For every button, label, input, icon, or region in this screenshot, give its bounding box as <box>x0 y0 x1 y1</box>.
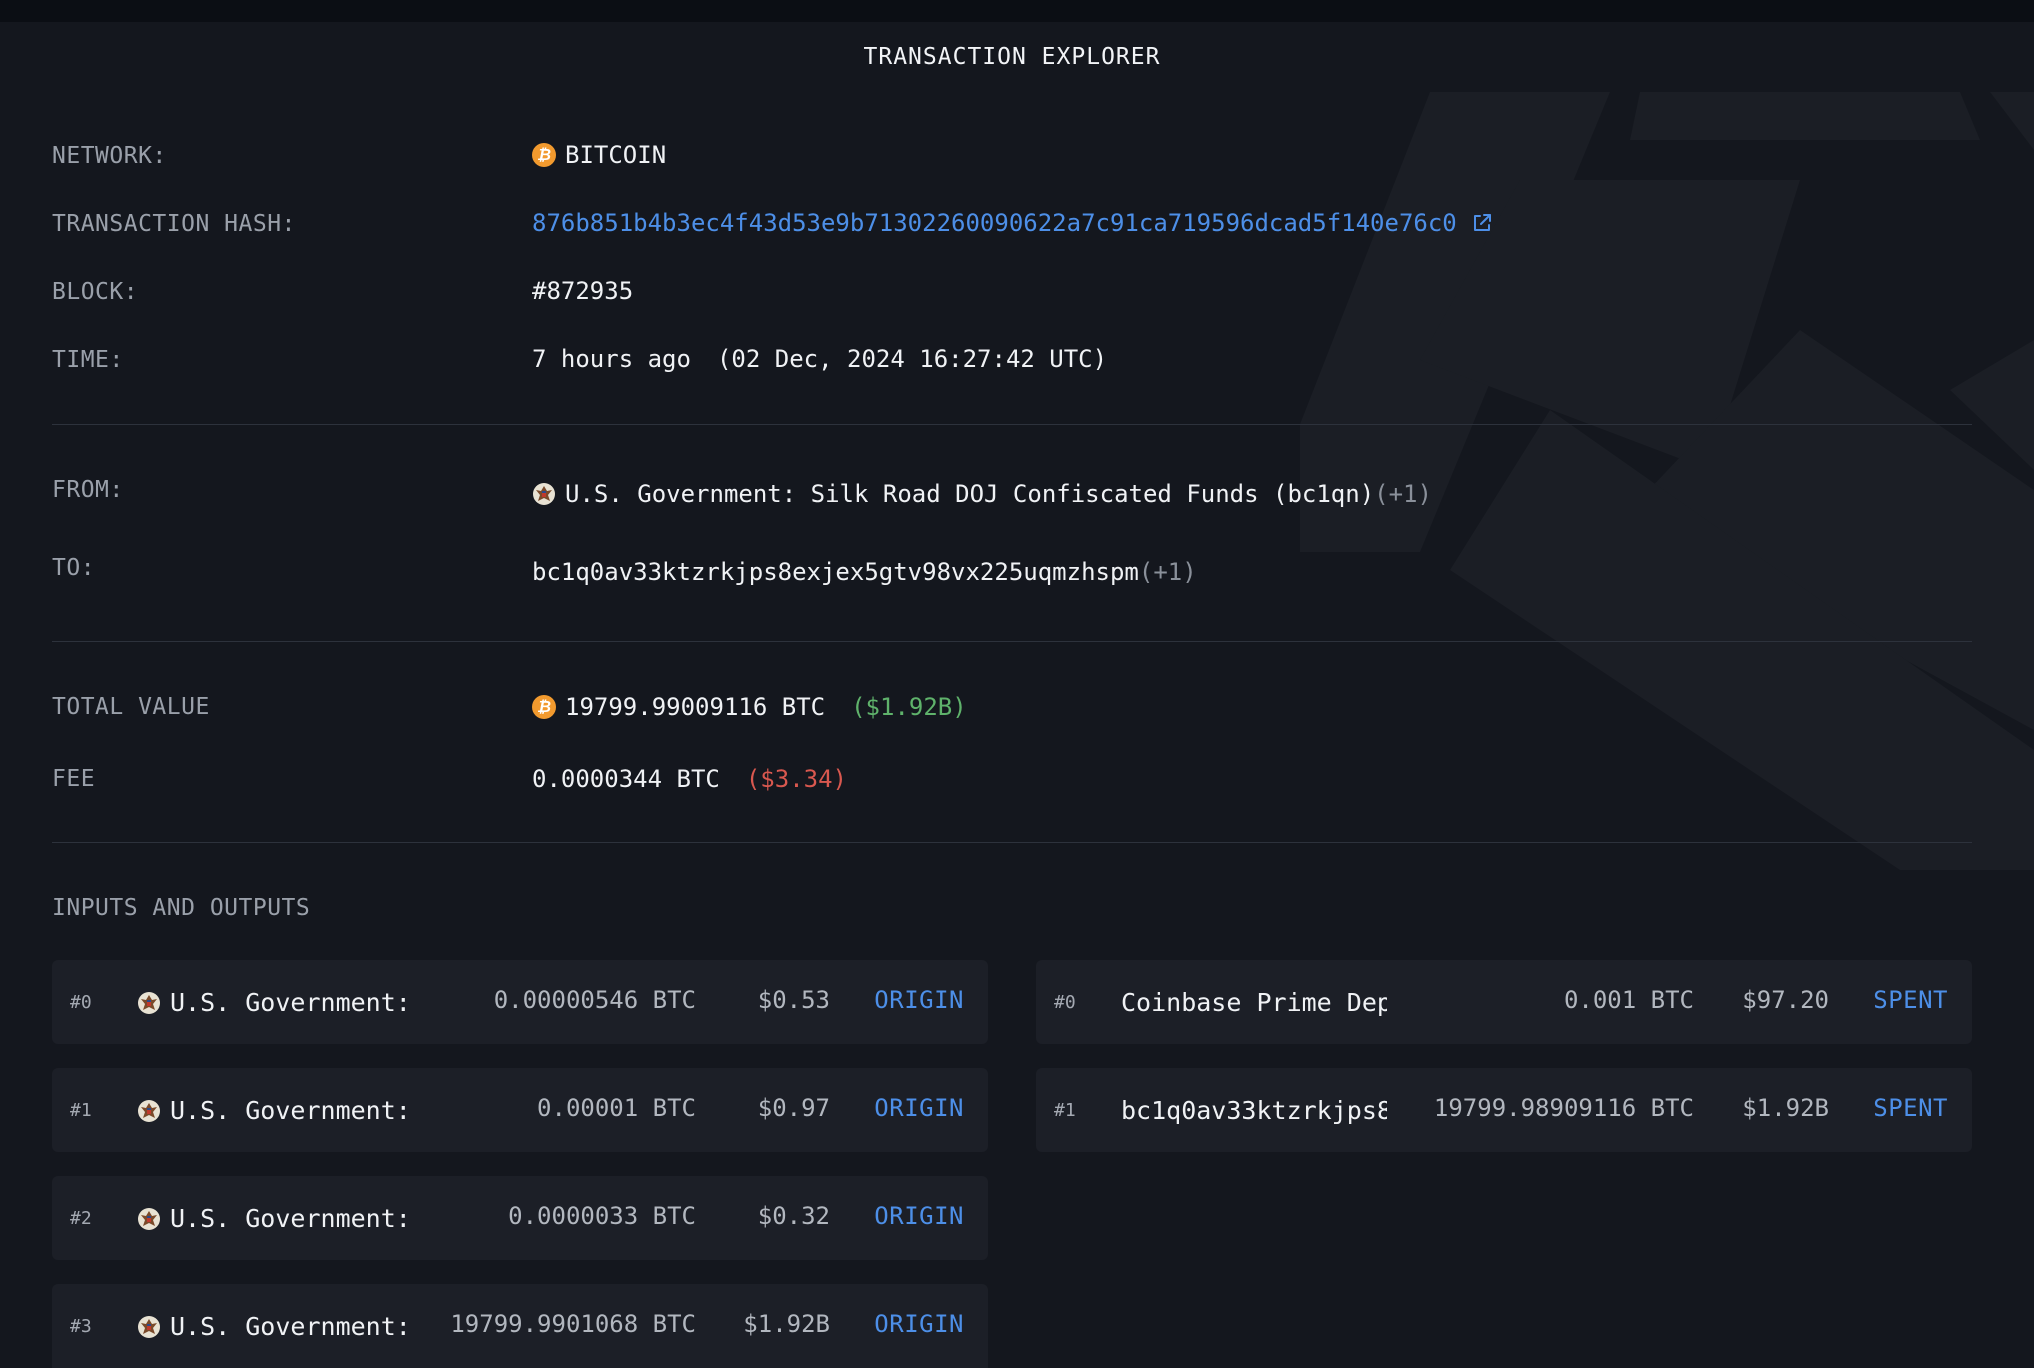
block-label: BLOCK: <box>52 279 139 305</box>
external-link-icon[interactable] <box>1471 212 1493 234</box>
to-label: TO: <box>52 555 96 581</box>
input-usd: $0.32 <box>757 1202 830 1230</box>
total-value-label: TOTAL VALUE <box>52 694 210 720</box>
input-row[interactable]: #1 U.S. Government: 0.00001 BTC $0.97 OR… <box>52 1068 988 1152</box>
output-entity-name[interactable]: bc1q0av33ktzrkjps8exjex5gtv98vx225uqmzhs… <box>1121 1096 1387 1125</box>
transaction-hash-link[interactable]: 876b851b4b3ec4f43d53e9b71302260090622a7c… <box>532 209 1457 237</box>
total-value-row: ₿ 19799.99009116 BTC ($1.92B) <box>532 693 967 721</box>
input-amount: 0.0000033 BTC <box>508 1202 696 1230</box>
us-government-seal-icon <box>138 1099 160 1122</box>
input-status-link[interactable]: ORIGIN <box>874 1310 964 1338</box>
network-value-row: ₿ BITCOIN <box>532 141 666 169</box>
input-row[interactable]: #2 U.S. Government: 0.0000033 BTC $0.32 … <box>52 1176 988 1260</box>
output-usd: $1.92B <box>1742 1094 1829 1122</box>
bitcoin-icon: ₿ <box>532 695 556 719</box>
output-row[interactable]: #1 bc1q0av33ktzrkjps8exjex5gtv98vx225uqm… <box>1036 1068 1972 1152</box>
to-value-row[interactable]: bc1q0av33ktzrkjps8exjex5gtv98vx225uqmzhs… <box>532 558 1197 586</box>
transaction-hash-label: TRANSACTION HASH: <box>52 211 296 237</box>
network-label: NETWORK: <box>52 143 167 169</box>
transaction-hash-row[interactable]: 876b851b4b3ec4f43d53e9b71302260090622a7c… <box>532 209 1493 237</box>
input-row[interactable]: #3 U.S. Government: 19799.9901068 BTC $1… <box>52 1284 988 1368</box>
input-usd: $0.97 <box>757 1094 830 1122</box>
input-amount: 19799.9901068 BTC <box>450 1310 696 1338</box>
inputs-outputs-heading: INPUTS AND OUTPUTS <box>52 895 311 921</box>
input-index: #0 <box>70 992 92 1013</box>
time-absolute: (02 Dec, 2024 16:27:42 UTC) <box>716 345 1108 373</box>
input-status-link[interactable]: ORIGIN <box>874 1094 964 1122</box>
input-row[interactable]: #0 U.S. Government: 0.00000546 BTC $0.53… <box>52 960 988 1044</box>
time-value-row: 7 hours ago (02 Dec, 2024 16:27:42 UTC) <box>532 345 1107 373</box>
divider <box>52 842 1972 843</box>
us-government-seal-icon <box>138 1207 160 1230</box>
total-value-btc: 19799.99009116 BTC <box>565 693 826 721</box>
input-entity-name[interactable]: U.S. Government: <box>170 1204 411 1233</box>
time-relative: 7 hours ago <box>532 345 691 373</box>
divider <box>52 424 1972 425</box>
output-status-link[interactable]: SPENT <box>1873 986 1948 1014</box>
output-amount: 19799.98909116 BTC <box>1433 1094 1694 1122</box>
to-address[interactable]: bc1q0av33ktzrkjps8exjex5gtv98vx225uqmzhs… <box>532 558 1139 586</box>
output-usd: $97.20 <box>1742 986 1829 1014</box>
block-value: #872935 <box>532 277 634 305</box>
from-extra-count[interactable]: (+1) <box>1374 480 1432 508</box>
input-index: #3 <box>70 1316 92 1337</box>
fee-usd: ($3.34) <box>745 765 847 793</box>
output-index: #1 <box>1054 1100 1076 1121</box>
time-label: TIME: <box>52 347 124 373</box>
top-bar <box>0 0 2034 22</box>
bitcoin-icon: ₿ <box>532 143 556 167</box>
input-entity[interactable]: U.S. Government: <box>137 1204 467 1233</box>
input-usd: $0.53 <box>757 986 830 1014</box>
fee-label: FEE <box>52 766 96 792</box>
input-entity[interactable]: U.S. Government: <box>137 1096 467 1125</box>
output-entity-name[interactable]: Coinbase Prime Deposit <box>1121 988 1387 1017</box>
output-index: #0 <box>1054 992 1076 1013</box>
input-amount: 0.00001 BTC <box>537 1094 696 1122</box>
output-row[interactable]: #0 Coinbase Prime Deposit 0.001 BTC $97.… <box>1036 960 1972 1044</box>
divider <box>52 641 1972 642</box>
input-entity-name[interactable]: U.S. Government: <box>170 988 411 1017</box>
input-entity[interactable]: U.S. Government: <box>137 1312 467 1341</box>
input-usd: $1.92B <box>743 1310 830 1338</box>
input-index: #1 <box>70 1100 92 1121</box>
input-index: #2 <box>70 1208 92 1229</box>
from-label: FROM: <box>52 477 124 503</box>
us-government-seal-icon <box>533 483 555 505</box>
network-value: BITCOIN <box>565 141 667 169</box>
from-value-row[interactable]: U.S. Government: Silk Road DOJ Confiscat… <box>532 480 1432 508</box>
to-extra-count[interactable]: (+1) <box>1139 558 1197 586</box>
input-status-link[interactable]: ORIGIN <box>874 986 964 1014</box>
output-amount: 0.001 BTC <box>1563 986 1694 1014</box>
input-status-link[interactable]: ORIGIN <box>874 1202 964 1230</box>
total-value-usd: ($1.92B) <box>851 693 967 721</box>
input-entity-name[interactable]: U.S. Government: <box>170 1312 411 1341</box>
us-government-seal-icon <box>138 1315 160 1338</box>
input-amount: 0.00000546 BTC <box>493 986 696 1014</box>
from-address[interactable]: U.S. Government: Silk Road DOJ Confiscat… <box>565 480 1374 508</box>
page-title: TRANSACTION EXPLORER <box>863 44 1161 70</box>
fee-row: 0.0000344 BTC ($3.34) <box>532 765 847 793</box>
fee-btc: 0.0000344 BTC <box>532 765 720 793</box>
input-entity-name[interactable]: U.S. Government: <box>170 1096 411 1125</box>
us-government-seal-icon <box>138 991 160 1014</box>
input-entity[interactable]: U.S. Government: <box>137 988 467 1017</box>
output-status-link[interactable]: SPENT <box>1873 1094 1948 1122</box>
